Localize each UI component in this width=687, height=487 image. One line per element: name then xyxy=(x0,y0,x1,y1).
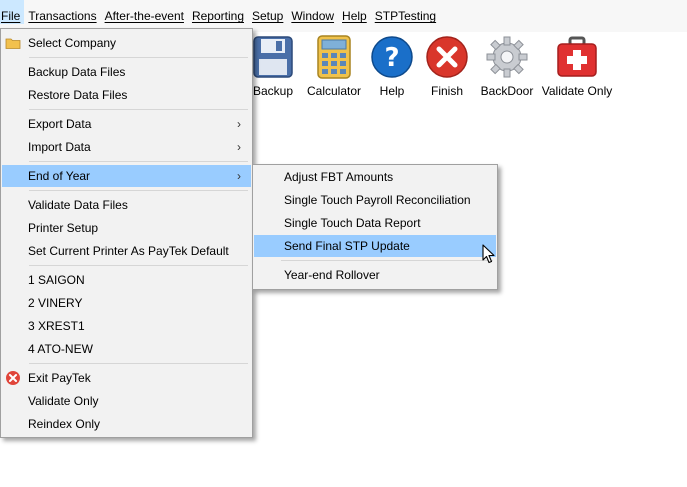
menu-help[interactable]: Help xyxy=(338,0,371,24)
menu-item-recent-saigon[interactable]: 1 SAIGON xyxy=(2,269,251,291)
validate-only-label: Validate Only xyxy=(541,84,613,98)
separator xyxy=(29,109,248,110)
gear-icon xyxy=(486,36,528,78)
separator xyxy=(29,57,248,58)
folder-icon xyxy=(5,38,21,49)
menu-item-backup-data-files[interactable]: Backup Data Files xyxy=(2,61,251,83)
menu-item-set-default-printer[interactable]: Set Current Printer As PayTek Default xyxy=(2,240,251,262)
menu-reporting[interactable]: Reporting xyxy=(188,0,248,24)
separator xyxy=(29,265,248,266)
mouse-cursor-icon xyxy=(482,244,495,264)
menu-item-adjust-fbt-amounts[interactable]: Adjust FBT Amounts xyxy=(254,166,496,188)
menu-transactions[interactable]: Transactions xyxy=(24,0,100,24)
svg-text:?: ? xyxy=(384,43,399,73)
menu-window[interactable]: Window xyxy=(287,0,338,24)
menu-item-stp-reconciliation[interactable]: Single Touch Payroll Reconciliation xyxy=(254,189,496,211)
menu-item-send-final-stp-update[interactable]: Send Final STP Update xyxy=(254,235,496,257)
menu-item-stp-data-report[interactable]: Single Touch Data Report xyxy=(254,212,496,234)
menu-item-recent-ato-new[interactable]: 4 ATO-NEW xyxy=(2,338,251,360)
end-of-year-submenu: Adjust FBT Amounts Single Touch Payroll … xyxy=(252,164,498,290)
menu-item-validate-only[interactable]: Validate Only xyxy=(2,390,251,412)
first-aid-kit-icon xyxy=(557,36,597,77)
menu-item-year-end-rollover[interactable]: Year-end Rollover xyxy=(254,264,496,286)
menu-item-reindex-only[interactable]: Reindex Only xyxy=(2,413,251,435)
menu-item-recent-vinery[interactable]: 2 VINERY xyxy=(2,292,251,314)
separator xyxy=(281,260,493,261)
menu-item-select-company[interactable]: Select Company xyxy=(2,32,251,54)
menu-file[interactable]: File xyxy=(0,0,25,24)
menu-stptesting[interactable]: STPTesting xyxy=(371,0,440,24)
finish-x-icon xyxy=(426,36,468,78)
chevron-right-icon: › xyxy=(237,169,241,183)
menu-after-the-event[interactable]: After-the-event xyxy=(101,0,188,24)
menu-item-exit-paytek[interactable]: Exit PayTek xyxy=(2,367,251,389)
menu-item-validate-data-files[interactable]: Validate Data Files xyxy=(2,194,251,216)
menu-item-end-of-year[interactable]: End of Year › xyxy=(2,165,251,187)
file-menu: Select Company Backup Data Files Restore… xyxy=(0,28,253,438)
chevron-right-icon: › xyxy=(237,140,241,154)
help-question-icon: ? xyxy=(371,36,413,78)
floppy-disk-icon xyxy=(253,36,293,78)
menu-item-printer-setup[interactable]: Printer Setup xyxy=(2,217,251,239)
menu-item-recent-xrest1[interactable]: 3 XREST1 xyxy=(2,315,251,337)
menu-setup[interactable]: Setup xyxy=(248,0,287,24)
chevron-right-icon: › xyxy=(237,117,241,131)
menu-item-restore-data-files[interactable]: Restore Data Files xyxy=(2,84,251,106)
separator xyxy=(29,190,248,191)
separator xyxy=(29,363,248,364)
exit-icon xyxy=(6,371,20,385)
calculator-icon xyxy=(317,35,351,79)
separator xyxy=(29,161,248,162)
menu-item-export-data[interactable]: Export Data › xyxy=(2,113,251,135)
menu-item-import-data[interactable]: Import Data › xyxy=(2,136,251,158)
